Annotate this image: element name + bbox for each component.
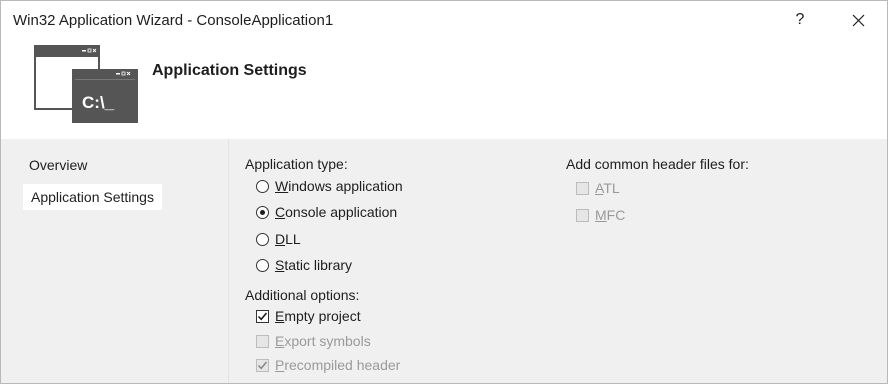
close-icon (852, 14, 864, 26)
application-type-label: Application type: (245, 156, 348, 172)
window-title: Win32 Application Wizard - ConsoleApplic… (13, 12, 334, 29)
empty-project-checkbox[interactable]: Empty project (256, 305, 361, 327)
checkbox-control-checked[interactable] (256, 309, 269, 323)
close-button[interactable] (835, 1, 881, 39)
checkbox-control-disabled-checked[interactable] (256, 358, 269, 372)
help-icon: ? (795, 11, 805, 28)
checkmark-icon (257, 360, 268, 369)
radio-control[interactable] (256, 232, 269, 246)
wizard-nav: Overview Application Settings (1, 139, 229, 383)
checkmark-icon (257, 311, 268, 320)
radio-control[interactable] (256, 258, 269, 272)
help-button[interactable]: ? (777, 1, 823, 39)
radio-control[interactable] (256, 179, 269, 193)
static-library-radio[interactable]: Static library (256, 254, 352, 276)
wizard-content: Overview Application Settings Applicatio… (1, 139, 887, 383)
additional-options-label: Additional options: (245, 287, 360, 303)
mfc-checkbox[interactable]: MFC (576, 204, 625, 226)
precompiled-header-checkbox[interactable]: Precompiled header (256, 354, 400, 376)
atl-checkbox[interactable]: ATL (576, 177, 620, 199)
common-headers-label: Add common header files for: (566, 156, 749, 172)
console-application-radio[interactable]: Console application (256, 201, 397, 223)
checkbox-control-disabled[interactable] (256, 334, 269, 348)
wizard-header: C:\_ Application Settings (1, 39, 887, 139)
console-window-icon: C:\_ (34, 45, 138, 123)
nav-item-overview[interactable]: Overview (23, 152, 93, 178)
checkbox-control-disabled[interactable] (576, 208, 589, 222)
nav-item-application-settings[interactable]: Application Settings (23, 184, 162, 210)
console-prompt-text: C:\_ (82, 93, 115, 112)
title-bar[interactable]: Win32 Application Wizard - ConsoleApplic… (1, 1, 887, 39)
page-title: Application Settings (152, 62, 307, 79)
settings-panel: Application type: Windows application Co… (229, 139, 887, 383)
checkbox-control-disabled[interactable] (576, 181, 589, 195)
export-symbols-checkbox[interactable]: Export symbols (256, 330, 371, 352)
radio-control-selected[interactable] (256, 205, 269, 219)
wizard-window: Win32 Application Wizard - ConsoleApplic… (0, 0, 888, 384)
windows-application-radio[interactable]: Windows application (256, 175, 403, 197)
dll-radio[interactable]: DLL (256, 228, 301, 250)
